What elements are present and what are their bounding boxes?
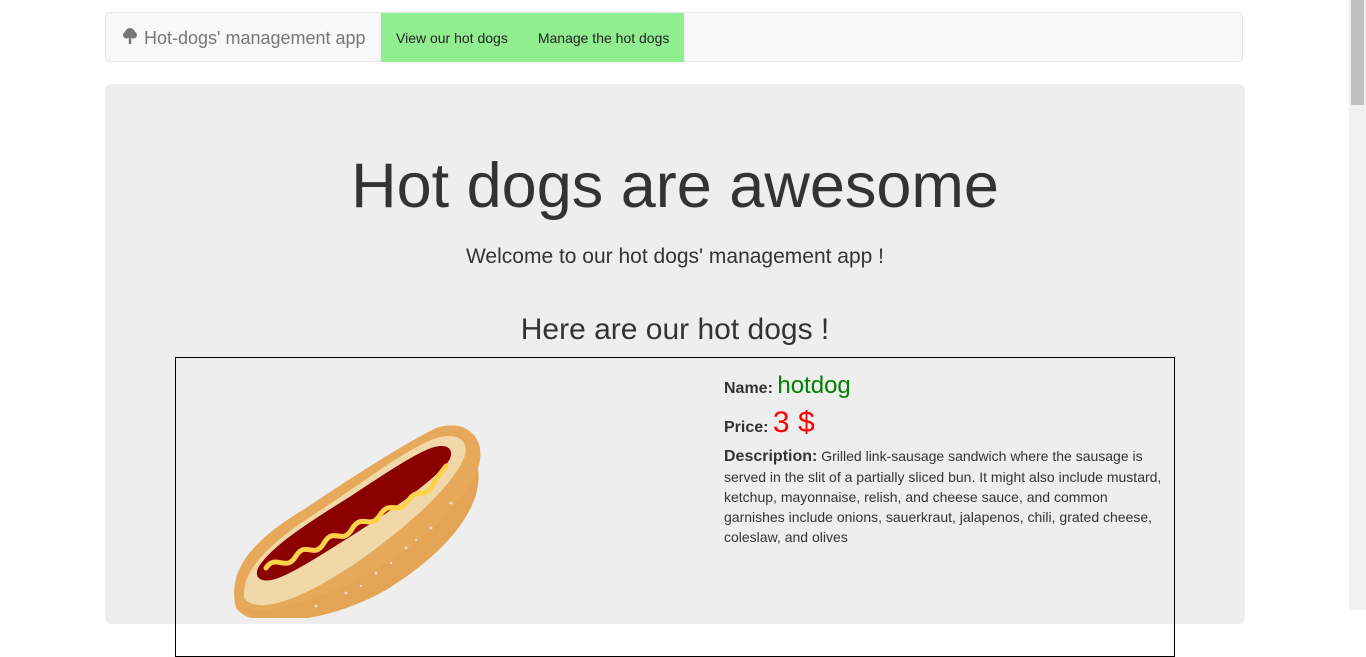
price-row: Price: 3 $ xyxy=(724,406,1164,440)
scrollbar-thumb[interactable] xyxy=(1351,0,1364,105)
hotdog-price: 3 $ xyxy=(772,406,815,439)
hotdog-details: Name: hotdog Price: 3 $ Description: Gri… xyxy=(724,372,1164,553)
hero-title: Hot dogs are awesome xyxy=(351,151,999,221)
brand-label: Hot-dogs' management app xyxy=(144,27,366,48)
price-label: Price: xyxy=(724,419,769,436)
name-row: Name: hotdog xyxy=(724,372,1164,400)
hotdog-name: hotdog xyxy=(777,372,851,399)
section-title: Here are our hot dogs ! xyxy=(520,313,830,346)
description-row: Description: Grilled link-sausage sandwi… xyxy=(724,446,1164,547)
page-scrollbar[interactable] xyxy=(1349,0,1366,610)
nav-manage-hot-dogs[interactable]: Manage the hot dogs xyxy=(538,30,670,46)
nav-view-hot-dogs[interactable]: View our hot dogs xyxy=(396,30,508,46)
brand-link[interactable]: Hot-dogs' management app xyxy=(122,13,366,63)
hotdog-image xyxy=(234,425,481,618)
hero-subtitle: Welcome to our hot dogs' management app … xyxy=(465,245,885,268)
navbar: Hot-dogs' management app View our hot do… xyxy=(105,12,1243,62)
tree-icon xyxy=(123,28,137,44)
description-label: Description: xyxy=(724,448,818,465)
name-label: Name: xyxy=(724,380,773,397)
jumbotron: Hot dogs are awesome Welcome to our hot … xyxy=(105,84,1245,657)
nav-links: View our hot dogs Manage the hot dogs xyxy=(381,13,684,62)
hotdog-card: Name: hotdog Price: 3 $ Description: Gri… xyxy=(175,357,1175,657)
